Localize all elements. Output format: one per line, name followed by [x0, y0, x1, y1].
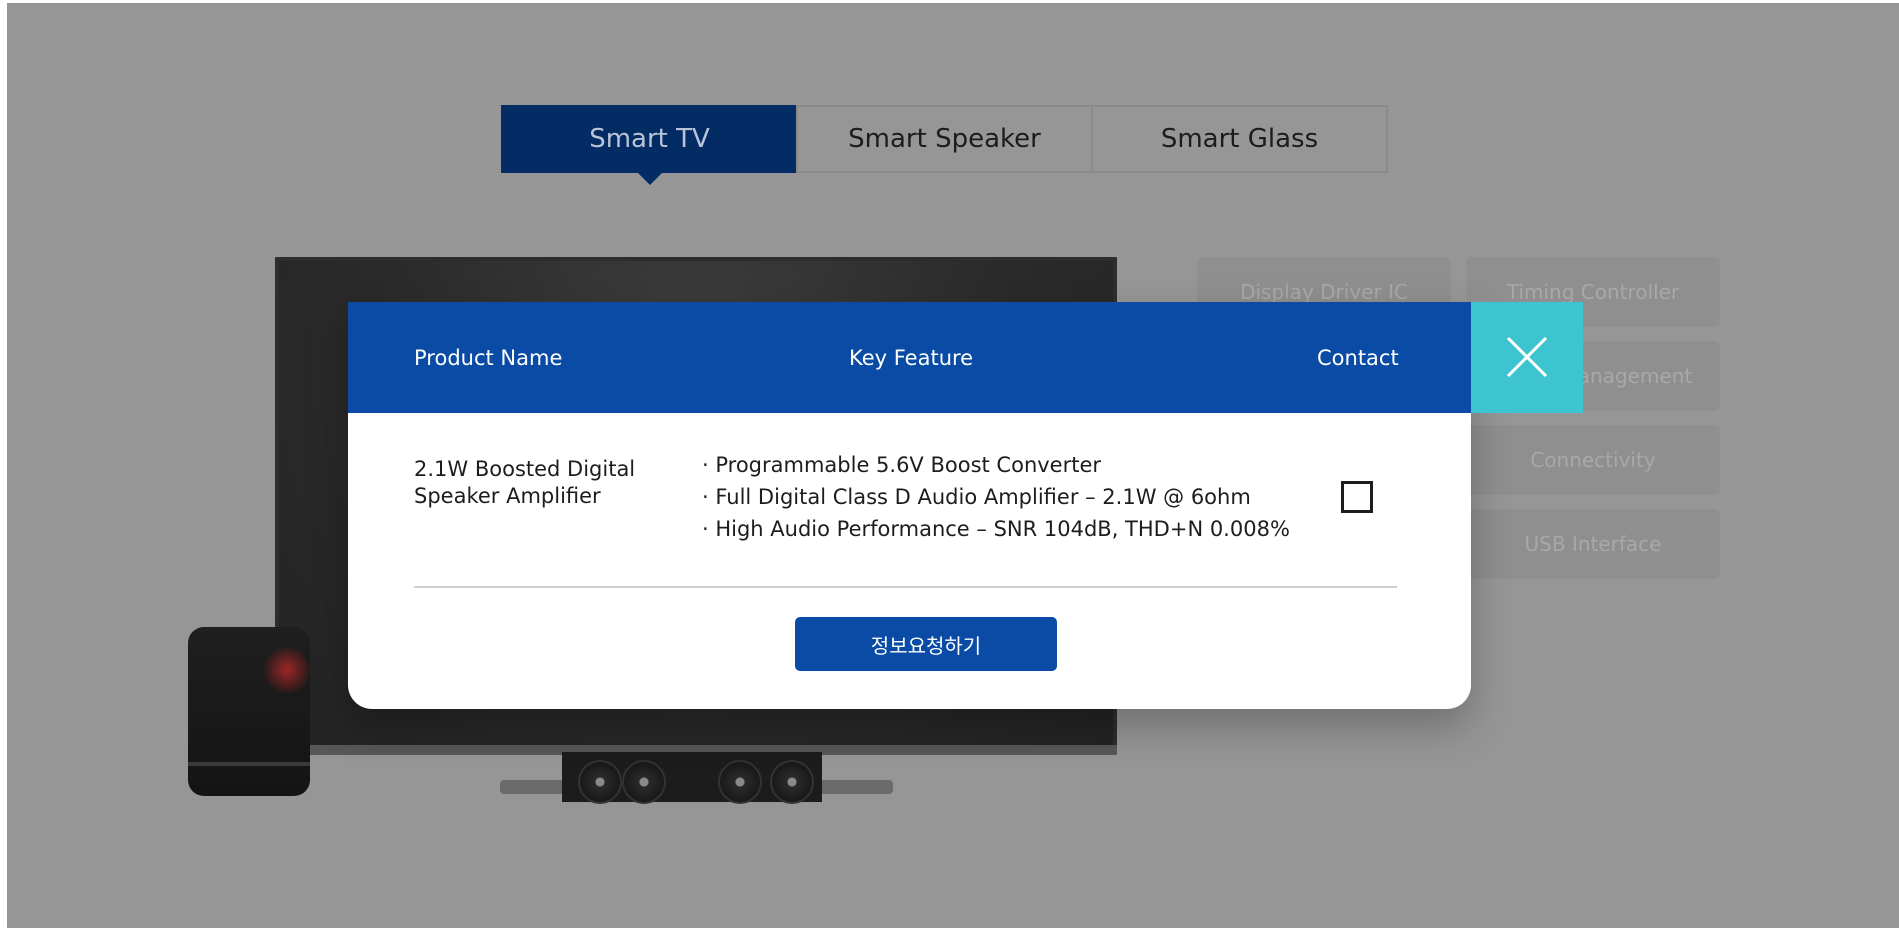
product-tabs: Smart TV Smart Speaker Smart Glass	[501, 105, 1388, 185]
tab-smart-speaker[interactable]: Smart Speaker	[796, 105, 1093, 173]
speaker-driver	[578, 760, 622, 804]
category-label: USB Interface	[1524, 532, 1662, 556]
speaker-driver	[622, 760, 666, 804]
speaker-band	[188, 762, 310, 766]
modal-header: Product Name Key Feature Contact	[348, 302, 1471, 413]
speaker-driver	[718, 760, 762, 804]
close-button[interactable]	[1471, 302, 1583, 413]
category-label: Display Driver IC	[1240, 280, 1408, 304]
category-label: Connectivity	[1530, 448, 1656, 472]
key-feature-item: · Programmable 5.6V Boost Converter	[702, 453, 1102, 477]
key-feature-item: · Full Digital Class D Audio Amplifier –…	[702, 485, 1251, 509]
close-icon	[1507, 337, 1547, 377]
contact-checkbox[interactable]	[1341, 481, 1373, 513]
tab-label: Smart Speaker	[848, 124, 1041, 154]
tab-smart-tv[interactable]: Smart TV	[501, 105, 798, 185]
tab-label: Smart Glass	[1160, 124, 1319, 154]
category-connectivity[interactable]: Connectivity	[1466, 425, 1720, 495]
key-feature-item: · High Audio Performance – SNR 104dB, TH…	[702, 517, 1290, 541]
divider	[414, 586, 1397, 588]
column-header-contact: Contact	[1317, 345, 1399, 370]
request-info-button[interactable]: 정보요청하기	[795, 617, 1057, 671]
speaker-led-highlight	[264, 647, 310, 693]
column-header-key-feature: Key Feature	[849, 345, 974, 370]
column-header-product-name: Product Name	[414, 345, 563, 370]
product-name: 2.1W Boosted Digital Speaker Amplifier	[414, 457, 636, 508]
tab-label: Smart TV	[589, 124, 710, 154]
category-label: Timing Controller	[1506, 280, 1680, 304]
product-info-modal: Product Name Key Feature Contact 2.1W Bo…	[348, 302, 1471, 709]
speaker-driver	[770, 760, 814, 804]
category-usb-interface[interactable]: USB Interface	[1466, 509, 1720, 579]
key-feature-list: · Programmable 5.6V Boost Converter · Fu…	[702, 449, 1290, 545]
tab-smart-glass[interactable]: Smart Glass	[1091, 105, 1388, 173]
